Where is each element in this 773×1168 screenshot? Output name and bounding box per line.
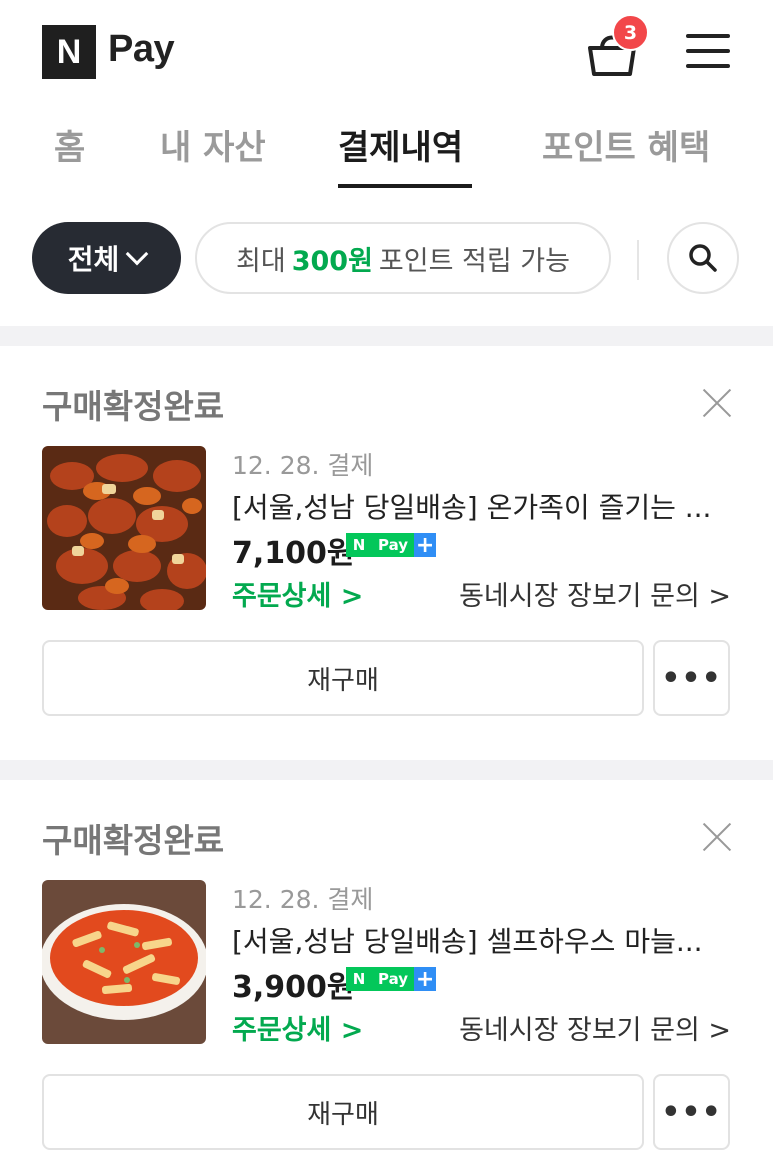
- product-name-link[interactable]: [서울,성남 당일배송] 셀프하우스 마늘...: [232, 920, 732, 960]
- divider: [637, 240, 639, 280]
- npay-plus: +: [414, 532, 437, 558]
- npay-plus-badge: N Pay +: [346, 532, 437, 558]
- point-earn-chip[interactable]: 최대 300원 포인트 적립 가능: [195, 222, 611, 294]
- product-name-link[interactable]: [서울,성남 당일배송] 온가족이 즐기는 ...: [232, 486, 732, 526]
- rebuy-button[interactable]: 재구매: [42, 640, 644, 716]
- order-price: 7,100원: [232, 536, 355, 571]
- npay-n: N: [346, 533, 372, 557]
- tab-payment-history[interactable]: 결제내역: [338, 120, 463, 169]
- order-date: 12. 28. 결제: [232, 451, 374, 480]
- chevron-down-icon: [125, 242, 149, 266]
- close-icon[interactable]: [700, 820, 734, 854]
- section-separator: [0, 760, 773, 780]
- tab-point-benefits[interactable]: 포인트 혜택: [542, 120, 710, 169]
- filter-all-label: 전체: [67, 243, 120, 276]
- product-thumbnail[interactable]: [42, 446, 206, 610]
- npay-pay: Pay: [372, 967, 415, 991]
- rebuy-button[interactable]: 재구매: [42, 1074, 644, 1150]
- search-icon: [689, 244, 717, 272]
- point-amount: 300원: [291, 245, 373, 277]
- order-price: 3,900원: [232, 970, 355, 1005]
- seller-inquiry-link[interactable]: 동네시장 장보기 문의 >: [459, 1008, 731, 1047]
- npay-plus: +: [414, 966, 437, 992]
- close-icon[interactable]: [700, 386, 734, 420]
- more-options-button[interactable]: •••: [653, 1074, 730, 1150]
- logo-letter: N: [56, 32, 82, 71]
- seller-inquiry-link[interactable]: 동네시장 장보기 문의 >: [459, 574, 731, 613]
- active-tab-indicator: [338, 184, 472, 188]
- order-date: 12. 28. 결제: [232, 885, 374, 914]
- hamburger-menu-icon[interactable]: [686, 34, 730, 72]
- naver-logo[interactable]: N: [42, 25, 96, 79]
- npay-n: N: [346, 967, 372, 991]
- product-thumbnail[interactable]: [42, 880, 206, 1044]
- order-status: 구매확정완료: [42, 821, 225, 860]
- order-detail-link[interactable]: 주문상세 >: [232, 1008, 363, 1047]
- search-button[interactable]: [667, 222, 739, 294]
- tab-my-assets[interactable]: 내 자산: [160, 120, 266, 169]
- cart-count-badge: 3: [612, 14, 649, 51]
- npay-pay: Pay: [372, 533, 415, 557]
- point-prefix: 최대: [236, 245, 286, 277]
- npay-plus-badge: N Pay +: [346, 966, 437, 992]
- order-detail-link[interactable]: 주문상세 >: [232, 574, 363, 613]
- more-options-button[interactable]: •••: [653, 640, 730, 716]
- filter-all-dropdown[interactable]: 전체: [32, 222, 181, 294]
- point-suffix: 포인트 적립 가능: [378, 245, 570, 277]
- logo-text: Pay: [108, 28, 175, 70]
- section-separator: [0, 326, 773, 346]
- order-status: 구매확정완료: [42, 387, 225, 426]
- tab-home[interactable]: 홈: [54, 120, 85, 169]
